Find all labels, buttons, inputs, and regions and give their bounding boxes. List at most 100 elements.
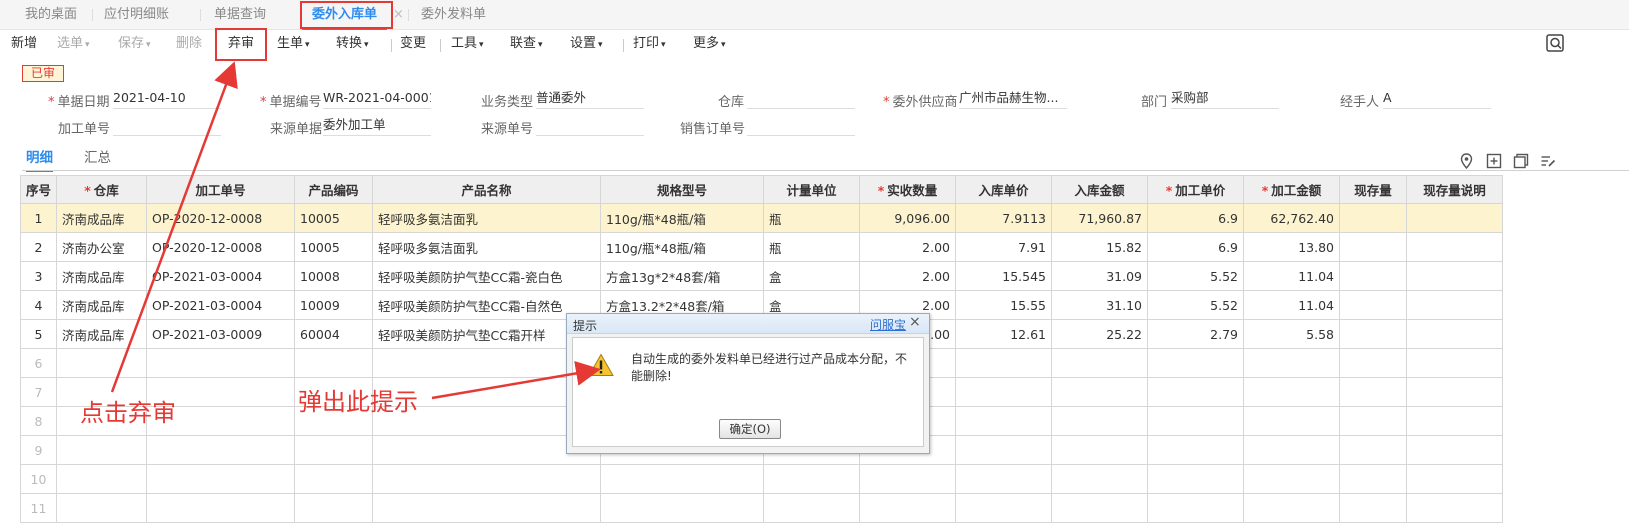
col-header-product-name[interactable]: 产品名称	[372, 175, 602, 204]
cell-received-qty[interactable]	[859, 493, 957, 523]
cell-in-amount[interactable]	[1051, 377, 1149, 407]
cell-warehouse[interactable]	[56, 464, 148, 494]
cell-process-no[interactable]: OP-2021-03-0004	[146, 290, 296, 320]
col-header-stock-note[interactable]: 现存量说明	[1406, 175, 1504, 204]
cell-process-price[interactable]	[1147, 435, 1245, 465]
cell-process-no[interactable]	[146, 435, 296, 465]
table-row[interactable]: 2 济南办公室 OP-2020-12-0008 10005 轻呼吸多氨洁面乳 110g/瓶…	[19, 232, 1504, 262]
cell-index[interactable]: 8	[19, 406, 58, 436]
cell-unit[interactable]	[763, 493, 861, 523]
col-header-index[interactable]: 序号	[19, 175, 58, 204]
cell-index[interactable]: 9	[19, 435, 58, 465]
cell-process-amount[interactable]	[1243, 348, 1341, 378]
cell-unit[interactable]	[763, 464, 861, 494]
doc-date-field[interactable]: 2021-04-10	[113, 89, 221, 109]
cell-in-price[interactable]	[955, 435, 1053, 465]
cell-warehouse[interactable]	[56, 493, 148, 523]
cell-process-amount[interactable]	[1243, 377, 1341, 407]
cell-process-amount[interactable]	[1243, 493, 1341, 523]
cell-spec[interactable]: 110g/瓶*48瓶/箱	[600, 232, 765, 262]
cell-in-price[interactable]: 15.55	[955, 290, 1053, 320]
cell-stock-note[interactable]	[1406, 464, 1504, 494]
cell-index[interactable]: 5	[19, 319, 58, 349]
cell-in-amount[interactable]	[1051, 348, 1149, 378]
cell-received-qty[interactable]: 2.00	[859, 232, 957, 262]
cell-received-qty[interactable]: 2.00	[859, 261, 957, 291]
cell-in-amount[interactable]	[1051, 493, 1149, 523]
cell-product-code[interactable]	[294, 435, 374, 465]
cell-in-amount[interactable]: 15.82	[1051, 232, 1149, 262]
tab-payable-ledger[interactable]: 应付明细账	[104, 0, 169, 30]
cell-process-no[interactable]	[146, 493, 296, 523]
cell-process-amount[interactable]: 62,762.40	[1243, 203, 1341, 233]
cell-process-price[interactable]	[1147, 406, 1245, 436]
table-row[interactable]: 3 济南成品库 OP-2021-03-0004 10008 轻呼吸美颜防护气垫CC霜-瓷…	[19, 261, 1504, 291]
print-button[interactable]: 打印 ▾	[633, 30, 666, 60]
cell-stock[interactable]	[1339, 348, 1408, 378]
cell-spec[interactable]	[600, 464, 765, 494]
col-header-unit[interactable]: 计量单位	[763, 175, 861, 204]
cell-product-code[interactable]: 60004	[294, 319, 374, 349]
cell-in-price[interactable]	[955, 377, 1053, 407]
cell-in-price[interactable]: 7.91	[955, 232, 1053, 262]
doc-no-field[interactable]: WR-2021-04-0001	[323, 89, 431, 109]
save-button[interactable]: 保存 ▾	[118, 30, 151, 60]
biz-type-field[interactable]: 普通委外	[536, 89, 644, 109]
cell-process-no[interactable]: OP-2020-12-0008	[146, 203, 296, 233]
cell-warehouse[interactable]: 济南成品库	[56, 319, 148, 349]
col-header-in-amount[interactable]: 入库金额	[1051, 175, 1149, 204]
cell-product-code[interactable]	[294, 348, 374, 378]
cell-index[interactable]: 4	[19, 290, 58, 320]
cell-index[interactable]: 1	[19, 203, 58, 233]
cell-stock[interactable]	[1339, 464, 1408, 494]
cell-process-no[interactable]: OP-2021-03-0004	[146, 261, 296, 291]
warehouse-field[interactable]	[747, 89, 855, 109]
col-header-in-price[interactable]: 入库单价	[955, 175, 1053, 204]
cell-process-price[interactable]: 6.9	[1147, 232, 1245, 262]
cell-product-name[interactable]: 轻呼吸多氨洁面乳	[372, 232, 602, 262]
subtab-detail[interactable]: 明细	[26, 146, 53, 172]
dialog-help-link[interactable]: 问服宝	[870, 316, 906, 333]
subtab-summary[interactable]: 汇总	[84, 146, 111, 166]
cell-process-amount[interactable]: 13.80	[1243, 232, 1341, 262]
cell-stock[interactable]	[1339, 232, 1408, 262]
cell-in-amount[interactable]	[1051, 406, 1149, 436]
cell-in-amount[interactable]	[1051, 464, 1149, 494]
cell-in-price[interactable]: 12.61	[955, 319, 1053, 349]
cell-stock-note[interactable]	[1406, 348, 1504, 378]
change-button[interactable]: 变更	[400, 30, 426, 60]
cell-product-code[interactable]	[294, 464, 374, 494]
cell-process-amount[interactable]	[1243, 464, 1341, 494]
cell-process-no[interactable]	[146, 464, 296, 494]
cell-warehouse[interactable]: 济南成品库	[56, 290, 148, 320]
cell-product-name[interactable]: 轻呼吸美颜防护气垫CC霜-瓷白色	[372, 261, 602, 291]
col-header-product-code[interactable]: 产品编码	[294, 175, 374, 204]
cell-product-code[interactable]: 10008	[294, 261, 374, 291]
cell-stock-note[interactable]	[1406, 377, 1504, 407]
cell-spec[interactable]: 方盒13g*2*48套/箱	[600, 261, 765, 291]
cell-in-price[interactable]: 15.545	[955, 261, 1053, 291]
col-header-process-amount[interactable]: * 加工金额	[1243, 175, 1341, 204]
process-no-field[interactable]	[113, 116, 221, 136]
cell-index[interactable]: 6	[19, 348, 58, 378]
cell-product-code[interactable]	[294, 493, 374, 523]
cell-process-amount[interactable]: 11.04	[1243, 290, 1341, 320]
col-header-process-price[interactable]: * 加工单价	[1147, 175, 1245, 204]
ok-button[interactable]: 确定(O)	[719, 419, 781, 439]
new-button[interactable]: 新增	[11, 30, 37, 60]
close-icon[interactable]: ×	[909, 314, 921, 330]
col-header-warehouse[interactable]: * 仓库	[56, 175, 148, 204]
more-button[interactable]: 更多 ▾	[693, 30, 726, 60]
cell-process-amount[interactable]: 5.58	[1243, 319, 1341, 349]
generate-button[interactable]: 生单 ▾	[277, 30, 310, 60]
tab-outsourced-issue[interactable]: 委外发料单	[421, 0, 486, 30]
cell-process-price[interactable]: 5.52	[1147, 290, 1245, 320]
cell-in-amount[interactable]: 25.22	[1051, 319, 1149, 349]
tab-my-desktop[interactable]: 我的桌面	[25, 0, 77, 30]
cell-index[interactable]: 10	[19, 464, 58, 494]
cell-in-amount[interactable]: 31.09	[1051, 261, 1149, 291]
source-doc-field[interactable]: 委外加工单	[323, 116, 431, 136]
cell-warehouse[interactable]	[56, 435, 148, 465]
cell-stock-note[interactable]	[1406, 435, 1504, 465]
add-row-icon[interactable]	[1486, 153, 1502, 173]
